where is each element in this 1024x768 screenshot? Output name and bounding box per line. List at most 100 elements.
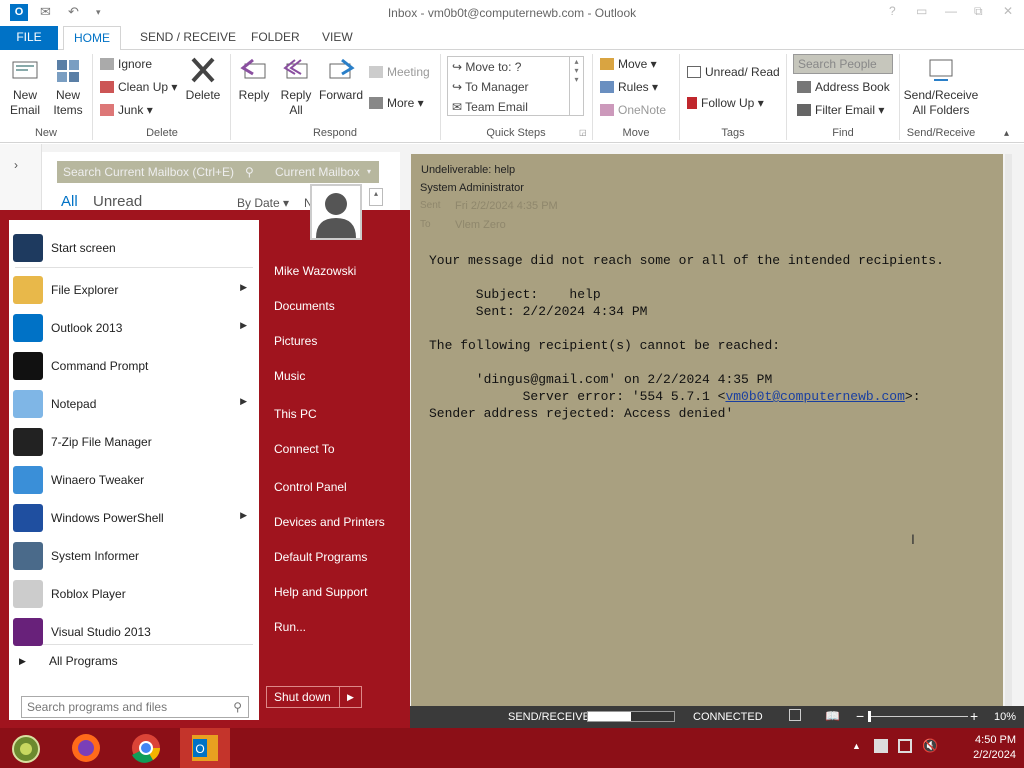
network-icon[interactable] xyxy=(898,739,912,753)
normal-view-icon[interactable] xyxy=(789,709,801,721)
reply-all-button[interactable]: Reply All xyxy=(277,56,315,118)
volume-muted-icon[interactable]: 🔇 xyxy=(922,738,938,754)
ignore-button[interactable]: Ignore xyxy=(100,57,152,71)
zoom-level[interactable]: 10% xyxy=(994,711,1016,723)
message-recipient[interactable]: Vlem Zero xyxy=(455,219,506,231)
start-menu-item[interactable]: 7-Zip File Manager xyxy=(9,424,259,460)
chrome-button[interactable] xyxy=(122,728,170,768)
quick-steps-scroll[interactable]: ▴ ▾ ▾ xyxy=(569,57,583,115)
restore-button[interactable]: ⧉ xyxy=(974,4,983,19)
zoom-slider-thumb[interactable] xyxy=(868,711,871,722)
start-menu-item[interactable]: Notepad ▶ xyxy=(9,386,259,422)
tab-view[interactable]: VIEW xyxy=(312,26,363,50)
junk-label: Junk xyxy=(118,103,144,117)
meeting-button[interactable]: Meeting xyxy=(369,65,430,79)
delete-button[interactable]: Delete xyxy=(183,56,223,103)
ribbon-display-button[interactable]: ▭ xyxy=(916,4,927,18)
email-link[interactable]: vm0b0t@computernewb.com xyxy=(725,389,904,404)
start-menu-place[interactable]: Music xyxy=(274,369,305,383)
expand-folder-pane-icon[interactable]: › xyxy=(14,158,18,172)
clean-up-button[interactable]: Clean Up ▾ xyxy=(100,80,177,94)
zoom-out-button[interactable]: − xyxy=(856,708,864,724)
help-button[interactable]: ? xyxy=(889,4,896,18)
start-menu-item[interactable]: System Informer xyxy=(9,538,259,574)
reading-pane-scrollbar[interactable] xyxy=(1005,154,1012,706)
submenu-arrow-icon[interactable]: ▶ xyxy=(240,396,247,407)
search-programs-input[interactable]: Search programs and files ⚲ xyxy=(21,696,249,718)
search-scope-dropdown[interactable]: Current Mailbox xyxy=(275,161,360,183)
follow-up-button[interactable]: Follow Up ▾ xyxy=(687,96,764,110)
quick-step-move-to[interactable]: ↪ Move to: ? xyxy=(452,60,521,74)
list-scroll-up[interactable]: ▴ xyxy=(369,188,383,206)
action-center-icon[interactable] xyxy=(874,739,888,753)
address-book-button[interactable]: Address Book xyxy=(797,80,890,94)
shut-down-options-arrow[interactable]: ▶ xyxy=(339,687,361,707)
reply-icon xyxy=(240,58,266,79)
rules-button[interactable]: Rules ▾ xyxy=(600,80,658,94)
system-clock[interactable]: 4:50 PM 2/2/2024 xyxy=(973,733,1016,763)
send-receive-progress xyxy=(587,711,675,722)
start-menu-item[interactable]: Command Prompt xyxy=(9,348,259,384)
reply-button[interactable]: Reply xyxy=(235,56,273,103)
submenu-arrow-icon[interactable]: ▶ xyxy=(240,510,247,521)
winaero-icon xyxy=(13,466,43,494)
forward-button[interactable]: Forward xyxy=(317,56,365,103)
user-name-link[interactable]: Mike Wazowski xyxy=(274,264,356,278)
all-programs-button[interactable]: All Programs xyxy=(49,654,118,668)
move-button[interactable]: Move ▾ xyxy=(600,57,657,71)
start-menu-place[interactable]: This PC xyxy=(274,407,317,421)
start-menu-place[interactable]: Devices and Printers xyxy=(274,515,385,529)
user-avatar[interactable] xyxy=(310,184,362,240)
new-items-button[interactable]: New Items xyxy=(48,56,88,118)
submenu-arrow-icon[interactable]: ▶ xyxy=(240,320,247,331)
quick-step-team-email[interactable]: ✉ Team Email xyxy=(452,100,528,114)
onenote-button[interactable]: OneNote xyxy=(600,103,666,117)
send-receive-all-button[interactable]: Send/Receive All Folders xyxy=(903,56,979,118)
show-hidden-icons[interactable]: ▲ xyxy=(852,741,861,751)
start-menu-place[interactable]: Control Panel xyxy=(274,480,347,494)
filter-email-button[interactable]: Filter Email ▾ xyxy=(797,103,884,117)
zoom-slider[interactable] xyxy=(868,716,968,717)
minimize-button[interactable]: — xyxy=(945,4,957,18)
filter-unread[interactable]: Unread xyxy=(93,193,142,210)
quick-step-to-manager[interactable]: ↪ To Manager xyxy=(452,80,529,94)
outlook-taskbar-button[interactable]: O xyxy=(180,728,230,768)
search-icon[interactable]: ⚲ xyxy=(245,161,254,183)
search-people-input[interactable]: Search People xyxy=(793,54,893,74)
junk-button[interactable]: Junk ▾ xyxy=(100,103,153,117)
search-current-mailbox-input[interactable]: Search Current Mailbox (Ctrl+E) ⚲ Curren… xyxy=(57,161,379,183)
start-menu-place[interactable]: Run... xyxy=(274,620,306,634)
start-menu-place[interactable]: Pictures xyxy=(274,334,317,348)
shut-down-button[interactable]: Shut down ▶ xyxy=(266,686,362,708)
zoom-in-button[interactable]: + xyxy=(970,708,978,724)
start-menu-item[interactable]: File Explorer ▶ xyxy=(9,272,259,308)
sort-by-date[interactable]: By Date ▾ xyxy=(237,196,289,210)
new-email-button[interactable]: New Email xyxy=(6,56,44,118)
start-menu-place[interactable]: Connect To xyxy=(274,442,335,456)
reading-view-icon[interactable]: 📖 xyxy=(825,709,840,723)
filter-all[interactable]: All xyxy=(61,193,78,210)
message-sender[interactable]: System Administrator xyxy=(420,182,524,194)
tab-send-receive[interactable]: SEND / RECEIVE xyxy=(130,26,246,50)
tab-folder[interactable]: FOLDER xyxy=(241,26,310,50)
quick-steps-launcher-icon[interactable]: ◲ xyxy=(579,128,587,137)
chevron-down-icon[interactable]: ▾ xyxy=(367,161,371,183)
start-menu-item[interactable]: Start screen xyxy=(9,230,259,266)
tab-home[interactable]: HOME xyxy=(63,26,121,51)
start-menu-item[interactable]: Visual Studio 2013 xyxy=(9,614,259,650)
more-respond-button[interactable]: More ▾ xyxy=(369,96,424,110)
start-menu-place[interactable]: Documents xyxy=(274,299,335,313)
start-menu-place[interactable]: Help and Support xyxy=(274,585,367,599)
start-menu-item[interactable]: Roblox Player xyxy=(9,576,259,612)
collapse-ribbon-icon[interactable]: ▴ xyxy=(1004,128,1009,139)
start-menu-item[interactable]: Windows PowerShell ▶ xyxy=(9,500,259,536)
start-menu-place[interactable]: Default Programs xyxy=(274,550,367,564)
close-button[interactable]: ✕ xyxy=(1003,4,1013,18)
start-orb-button[interactable] xyxy=(2,728,50,768)
firefox-button[interactable] xyxy=(62,728,110,768)
start-menu-item[interactable]: Winaero Tweaker xyxy=(9,462,259,498)
tab-file[interactable]: FILE xyxy=(0,26,58,50)
start-menu-item[interactable]: Outlook 2013 ▶ xyxy=(9,310,259,346)
unread-read-button[interactable]: Unread/ Read xyxy=(687,65,780,79)
submenu-arrow-icon[interactable]: ▶ xyxy=(240,282,247,293)
